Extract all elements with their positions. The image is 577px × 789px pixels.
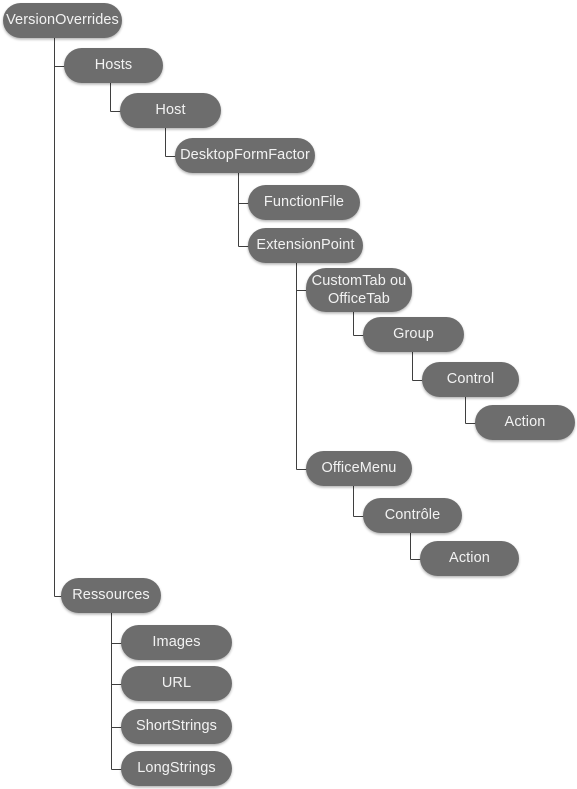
node-url[interactable]: URL [121, 666, 232, 701]
node-ressources[interactable]: Ressources [61, 578, 161, 613]
node-version-overrides[interactable]: VersionOverrides [3, 3, 122, 38]
diagram-canvas: VersionOverrides Hosts Host DesktopFormFact… [0, 0, 577, 789]
node-action-menu[interactable]: Action [420, 541, 519, 576]
node-control[interactable]: Control [422, 362, 519, 397]
node-images[interactable]: Images [121, 625, 232, 660]
node-group[interactable]: Group [363, 317, 464, 352]
node-office-menu[interactable]: OfficeMenu [306, 451, 412, 486]
node-hosts[interactable]: Hosts [64, 48, 163, 83]
node-desktop-form-factor[interactable]: DesktopFormFactor [175, 138, 315, 173]
node-host[interactable]: Host [120, 93, 221, 128]
node-extension-point[interactable]: ExtensionPoint [248, 228, 363, 263]
node-function-file[interactable]: FunctionFile [248, 185, 360, 220]
node-action-ribbon[interactable]: Action [475, 405, 575, 440]
node-custom-tab[interactable]: CustomTab ou OfficeTab [306, 268, 412, 312]
node-controle[interactable]: Contrôle [363, 498, 462, 533]
node-short-strings[interactable]: ShortStrings [121, 709, 232, 744]
node-long-strings[interactable]: LongStrings [121, 751, 232, 786]
